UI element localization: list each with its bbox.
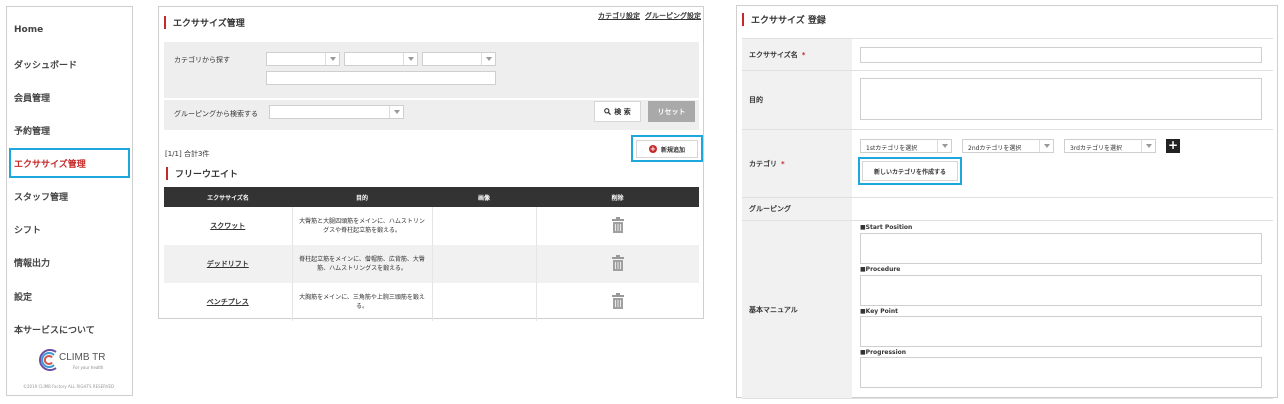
first-category-select[interactable]: 1stカテゴリを選択	[860, 139, 952, 153]
chevron-down-icon	[1039, 140, 1053, 152]
sidebar: Home ダッシュボード 会員管理 予約管理 エクササイズ管理 スタッフ管理 シ…	[6, 6, 133, 396]
column-header-image: 画像	[432, 187, 536, 207]
category-keyword-input[interactable]	[266, 71, 496, 85]
name-field-label: エクササイズ名 *	[742, 39, 852, 70]
progression-textarea[interactable]	[860, 357, 1262, 388]
required-mark: *	[781, 159, 785, 168]
key-point-textarea[interactable]	[860, 316, 1262, 347]
exercise-image-cell	[432, 245, 537, 283]
table-row: ベンチプレス 大胸筋をメインに、三角筋や上腕三頭筋を鍛える。	[164, 283, 699, 321]
progression-label: ■Progression	[860, 349, 907, 356]
table-header-row: エクササイズ名 目的 画像 削除	[164, 187, 699, 207]
search-divider	[164, 98, 699, 100]
search-icon	[604, 108, 612, 115]
first-category-select-text: 1stカテゴリを選択	[866, 145, 918, 152]
category2-select[interactable]	[344, 52, 418, 66]
purpose-field-label: 目的	[742, 71, 852, 129]
third-category-select[interactable]: 3rdカテゴリを選択	[1064, 139, 1156, 153]
register-form: エクササイズ名 * 目的 カテゴリ * 1stカテゴリを選択 2ndカテゴリを選…	[742, 38, 1273, 399]
chevron-down-icon	[389, 106, 403, 118]
exercise-name-link[interactable]: デッドリフト	[207, 260, 249, 268]
chevron-down-icon	[325, 53, 339, 65]
form-row-name: エクササイズ名 *	[742, 39, 1273, 71]
exercise-register-panel: エクササイズ 登録 エクササイズ名 * 目的 カテゴリ * 1stカテゴリを選択	[736, 5, 1278, 399]
trash-icon[interactable]	[611, 292, 624, 312]
register-title: エクササイズ 登録	[742, 13, 826, 26]
category-label-text: カテゴリ	[749, 159, 777, 168]
sidebar-item-home[interactable]: Home	[14, 25, 43, 35]
column-header-name: エクササイズ名	[164, 187, 292, 207]
purpose-textarea[interactable]	[860, 78, 1262, 120]
page-title: エクササイズ管理	[164, 16, 245, 29]
trash-icon[interactable]	[611, 254, 624, 274]
form-row-manual: 基本マニュアル ■Start Position ■Procedure ■Key …	[742, 221, 1273, 399]
logo-text: CLIMB TR	[59, 352, 106, 363]
category-settings-link[interactable]: カテゴリ設定	[598, 11, 640, 21]
grouping-settings-link[interactable]: グルーピング設定	[645, 11, 701, 21]
form-row-purpose: 目的	[742, 71, 1273, 130]
sidebar-item-about[interactable]: 本サービスについて	[14, 323, 95, 336]
category3-select[interactable]	[422, 52, 496, 66]
chevron-down-icon	[403, 53, 417, 65]
search-panel: カテゴリから探す 検 索 リセット グルーピングから検索する	[164, 42, 699, 130]
start-position-textarea[interactable]	[860, 233, 1262, 264]
exercise-name-link[interactable]: スクワット	[210, 222, 245, 230]
second-category-select[interactable]: 2ndカテゴリを選択	[962, 139, 1054, 153]
reset-button[interactable]: リセット	[648, 101, 695, 122]
sidebar-item-staff[interactable]: スタッフ管理	[14, 190, 68, 203]
form-row-category: カテゴリ * 1stカテゴリを選択 2ndカテゴリを選択 3rdカテゴリを選択 …	[742, 130, 1273, 198]
result-count: [1/1] 合計3件	[165, 150, 210, 158]
grouping-select[interactable]	[269, 105, 404, 119]
copyright: ©2019 CLIMB Factory ALL RIGHTS RESERVED	[23, 384, 115, 389]
required-mark: *	[801, 50, 806, 59]
search-button[interactable]: 検 索	[594, 101, 641, 122]
start-position-label: ■Start Position	[860, 224, 913, 231]
table-row: スクワット 大臀筋と大腿四頭筋をメインに、ハムストリングスや脊柱起立筋を鍛える。	[164, 207, 699, 245]
form-row-grouping: グルーピング	[742, 198, 1273, 221]
sidebar-item-reservations[interactable]: 予約管理	[14, 124, 50, 137]
grouping-search-label: グルーピングから検索する	[174, 110, 258, 118]
key-point-label: ■Key Point	[860, 308, 898, 315]
exercise-purpose: 大胸筋をメインに、三角筋や上腕三頭筋を鍛える。	[292, 283, 433, 321]
exercise-purpose: 脊柱起立筋をメインに、僧帽筋、広背筋、大臀筋、ハムストリングスを鍛える。	[292, 245, 433, 283]
category-field-label: カテゴリ *	[742, 130, 852, 197]
logo-subtext: For your health	[73, 365, 104, 370]
chevron-down-icon	[1141, 140, 1155, 152]
trash-icon[interactable]	[611, 216, 624, 236]
search-button-label: 検 索	[614, 107, 631, 116]
procedure-textarea[interactable]	[860, 275, 1262, 306]
sidebar-item-dashboard[interactable]: ダッシュボード	[14, 58, 77, 71]
second-category-select-text: 2ndカテゴリを選択	[968, 145, 1022, 152]
column-header-delete: 削除	[536, 187, 699, 207]
grouping-field-label: グルーピング	[742, 198, 852, 220]
sidebar-item-settings[interactable]: 設定	[14, 290, 32, 303]
sidebar-highlight-frame	[9, 148, 130, 178]
climb-tr-logo: CLIMB TR For your health	[37, 347, 107, 377]
third-category-select-text: 3rdカテゴリを選択	[1070, 145, 1122, 152]
exercise-name-link[interactable]: ベンチプレス	[207, 298, 249, 306]
category-search-label: カテゴリから探す	[174, 56, 230, 64]
sidebar-item-shift[interactable]: シフト	[14, 223, 41, 236]
column-header-purpose: 目的	[292, 187, 432, 207]
add-category-plus-icon[interactable]: +	[1166, 139, 1180, 153]
table-row: デッドリフト 脊柱起立筋をメインに、僧帽筋、広背筋、大臀筋、ハムストリングスを鍛…	[164, 245, 699, 283]
sidebar-item-members[interactable]: 会員管理	[14, 91, 50, 104]
exercise-list-panel: エクササイズ管理 カテゴリ設定 グルーピング設定 カテゴリから探す 検 索 リセ…	[158, 6, 704, 321]
exercise-image-cell	[432, 283, 537, 321]
section-title-free-weight: フリーウエイト	[166, 167, 238, 180]
chevron-down-icon	[481, 53, 495, 65]
create-category-highlight-frame	[858, 157, 962, 185]
add-new-highlight-frame	[631, 135, 703, 162]
exercise-image-cell	[432, 207, 537, 245]
exercise-purpose: 大臀筋と大腿四頭筋をメインに、ハムストリングスや脊柱起立筋を鍛える。	[292, 207, 433, 245]
sidebar-item-export[interactable]: 情報出力	[14, 256, 50, 269]
manual-field-label: 基本マニュアル	[742, 221, 852, 398]
name-label-text: エクササイズ名	[749, 50, 798, 59]
exercise-name-input[interactable]	[860, 47, 1262, 63]
exercise-table: エクササイズ名 目的 画像 削除 スクワット 大臀筋と大腿四頭筋をメインに、ハム…	[164, 187, 699, 321]
category1-select[interactable]	[266, 52, 340, 66]
chevron-down-icon	[937, 140, 951, 152]
procedure-label: ■Procedure	[860, 266, 901, 273]
